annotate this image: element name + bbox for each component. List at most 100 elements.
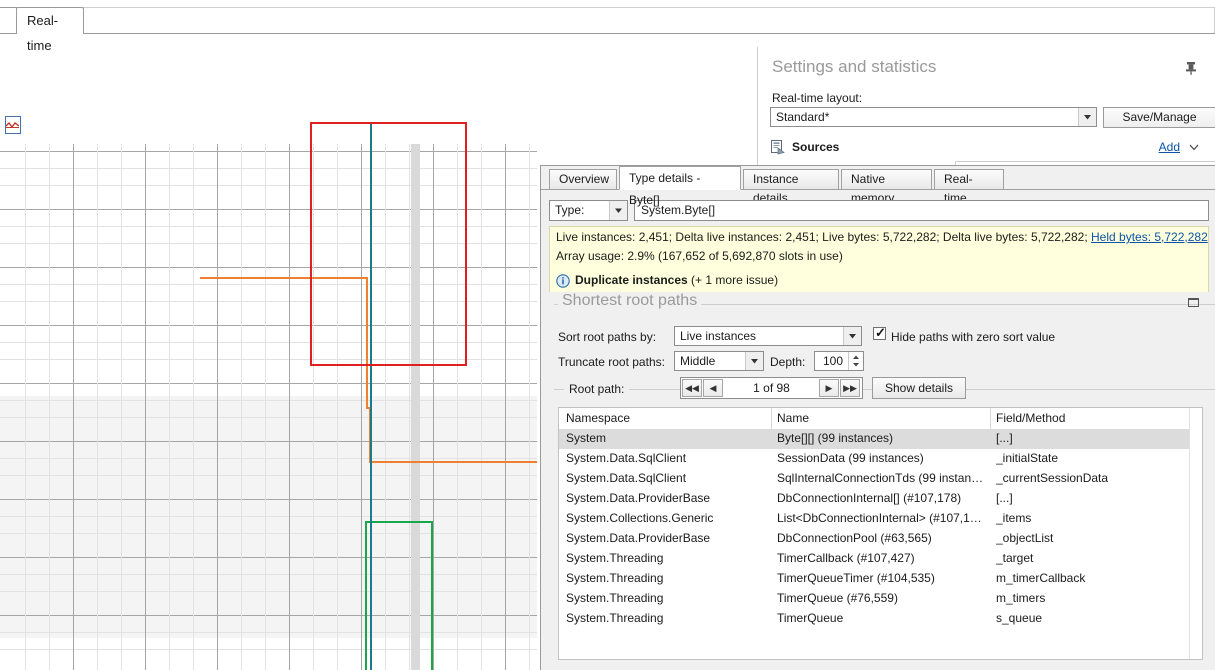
table-cell: TimerQueue — [777, 611, 844, 625]
details-tab-bar: Overview Type details - Byte[] Instance … — [541, 166, 1215, 207]
hide-zero-paths-checkbox[interactable]: ✓ — [873, 325, 886, 340]
show-details-button[interactable]: Show details — [872, 377, 966, 399]
chart-selection-rectangle[interactable] — [310, 122, 467, 366]
column-header-name[interactable]: Name — [777, 411, 809, 425]
realtime-chart-icon — [5, 116, 21, 134]
issues-title: Duplicate instances — [575, 273, 688, 287]
tab-empty-area — [83, 7, 1215, 33]
chevron-down-icon[interactable] — [609, 201, 627, 220]
sources-icon — [771, 140, 785, 155]
table-cell: TimerQueue (#76,559) — [777, 591, 898, 605]
save-manage-button[interactable]: Save/Manage — [1103, 107, 1215, 128]
realtime-layout-label: Real-time layout: — [772, 91, 863, 105]
stepper-arrows-icon[interactable] — [848, 352, 863, 370]
tab-type-details[interactable]: Type details - Byte[] — [619, 166, 741, 207]
table-cell: m_timers — [996, 591, 1046, 605]
tab-active-underlay — [17, 32, 83, 35]
table-row[interactable]: System.Threading TimerQueueTimer (#104,53… — [559, 569, 1202, 589]
table-cell: SessionData (99 instances) — [777, 451, 924, 465]
table-cell: List<DbConnectionInternal> (#107,1… — [777, 511, 982, 525]
table-cell: DbConnectionInternal[] (#107,178) — [777, 491, 962, 505]
type-select[interactable]: Type: — [549, 200, 628, 221]
table-cell: System.Data.SqlClient — [566, 471, 687, 485]
save-manage-label: Save/Manage — [1122, 110, 1197, 124]
table-cell: Byte[][] (99 instances) — [777, 431, 894, 445]
table-cell: [...] — [996, 491, 1013, 505]
table-cell: m_timerCallback — [996, 571, 1086, 585]
tab-instance-details[interactable]: Instance details — [743, 169, 839, 205]
table-cell: _currentSessionData — [996, 471, 1109, 485]
pin-icon[interactable] — [1185, 61, 1197, 75]
next-page-button[interactable]: ▶ — [819, 379, 839, 397]
statistics-line-2: Array usage: 2.9% (167,652 of 5,692,870 … — [556, 249, 843, 263]
table-cell: System.Threading — [566, 551, 664, 565]
root-path-pager[interactable]: ◀◀ ◀ 1 of 98 ▶ ▶▶ — [680, 377, 863, 399]
column-header-field-method[interactable]: Field/Method — [996, 411, 1065, 425]
column-divider[interactable] — [771, 408, 772, 429]
issues-box[interactable]: Duplicate instances (+ 1 more issue) — [549, 270, 1209, 293]
table-row[interactable]: System.Data.SqlClient SessionData (99 ins… — [559, 449, 1202, 469]
sort-root-paths-value: Live instances — [680, 329, 757, 343]
table-row[interactable]: System Byte[][] (99 instances) [...] — [559, 429, 1202, 449]
depth-label: Depth: — [770, 355, 806, 369]
table-cell: System.Data.ProviderBase — [566, 491, 711, 505]
table-cell: System.Threading — [566, 571, 664, 585]
issues-subtitle: (+ 1 more issue) — [687, 273, 779, 287]
checkbox-check-icon: ✓ — [875, 325, 886, 340]
tab-real-time[interactable]: Real-time — [16, 7, 84, 53]
minimize-icon[interactable] — [1188, 298, 1199, 307]
table-row[interactable]: System.Data.ProviderBase DbConnectionInte… — [559, 489, 1202, 509]
shortest-root-paths-group: Shortest root paths Sort root paths by: … — [546, 292, 1215, 670]
info-icon — [556, 274, 570, 288]
table-cell: DbConnectionPool (#63,565) — [777, 531, 932, 545]
root-path-table[interactable]: Namespace Name Field/Method System Byte[]… — [558, 407, 1203, 660]
tab-overview[interactable]: Overview — [549, 169, 617, 190]
show-details-label: Show details — [884, 381, 954, 395]
realtime-layout-value: Standard* — [776, 110, 830, 124]
table-cell: System — [566, 431, 607, 445]
top-tab-strip: y Real-time — [0, 0, 1215, 53]
settings-and-statistics-panel: Settings and statistics Real-time layout… — [757, 47, 1215, 170]
chevron-down-icon[interactable] — [745, 352, 763, 370]
table-cell: System.Data.ProviderBase — [566, 531, 711, 545]
table-row[interactable]: System.Threading TimerQueue s_queue — [559, 609, 1202, 629]
group-title: Shortest root paths — [558, 292, 702, 310]
tab-real-time-details[interactable]: Real-time — [934, 169, 1004, 205]
realtime-layout-select[interactable]: Standard* — [770, 107, 1097, 127]
table-row[interactable]: System.Data.ProviderBase DbConnectionPool… — [559, 529, 1202, 549]
type-value-field[interactable]: System.Byte[] — [634, 200, 1209, 221]
table-row[interactable]: System.Threading TimerQueue (#76,559) m_ti… — [559, 589, 1202, 609]
table-right-gutter — [1189, 408, 1202, 659]
statistics-line-1-text: Live instances: 2,451; Delta live instan… — [556, 230, 1091, 244]
table-cell: _objectList — [996, 531, 1054, 545]
column-divider[interactable] — [990, 408, 991, 429]
realtime-chart-panel[interactable]: AM — [0, 34, 537, 670]
table-row[interactable]: System.Threading TimerCallback (#107,427)… — [559, 549, 1202, 569]
table-cell: System.Threading — [566, 591, 664, 605]
chevron-down-icon[interactable] — [1078, 108, 1096, 126]
last-page-button[interactable]: ▶▶ — [840, 379, 860, 397]
add-source-link[interactable]: Add — [1159, 140, 1180, 154]
chevron-down-icon[interactable] — [1188, 141, 1200, 153]
sort-root-paths-label: Sort root paths by: — [558, 330, 657, 344]
issues-text: Duplicate instances (+ 1 more issue) — [575, 273, 778, 287]
table-cell: [...] — [996, 431, 1013, 445]
tab-overview-label: Overview — [559, 172, 610, 186]
statistics-info-box: Live instances: 2,451; Delta live instan… — [549, 226, 1209, 271]
held-bytes-link[interactable]: Held bytes: 5,722,282 — [1091, 230, 1208, 244]
hide-zero-paths-label[interactable]: Hide paths with zero sort value — [891, 330, 1055, 344]
table-row[interactable]: System.Collections.Generic List<DbConnect… — [559, 509, 1202, 529]
sort-root-paths-select[interactable]: Live instances — [674, 326, 862, 346]
sources-label: Sources — [792, 140, 840, 154]
table-cell: s_queue — [996, 611, 1043, 625]
depth-stepper[interactable]: 100 — [814, 351, 864, 371]
tab-native-memory[interactable]: Native memory — [841, 169, 932, 205]
truncate-root-paths-select[interactable]: Middle — [674, 351, 764, 371]
type-select-label: Type: — [555, 203, 585, 217]
table-header-row: Namespace Name Field/Method — [559, 408, 1202, 430]
table-row[interactable]: System.Data.SqlClient SqlInternalConnecti… — [559, 469, 1202, 489]
chevron-down-icon[interactable] — [843, 327, 861, 345]
column-header-namespace[interactable]: Namespace — [566, 411, 630, 425]
chart-icon-squiggle — [6, 122, 19, 128]
chart-series-green-series — [212, 522, 537, 670]
